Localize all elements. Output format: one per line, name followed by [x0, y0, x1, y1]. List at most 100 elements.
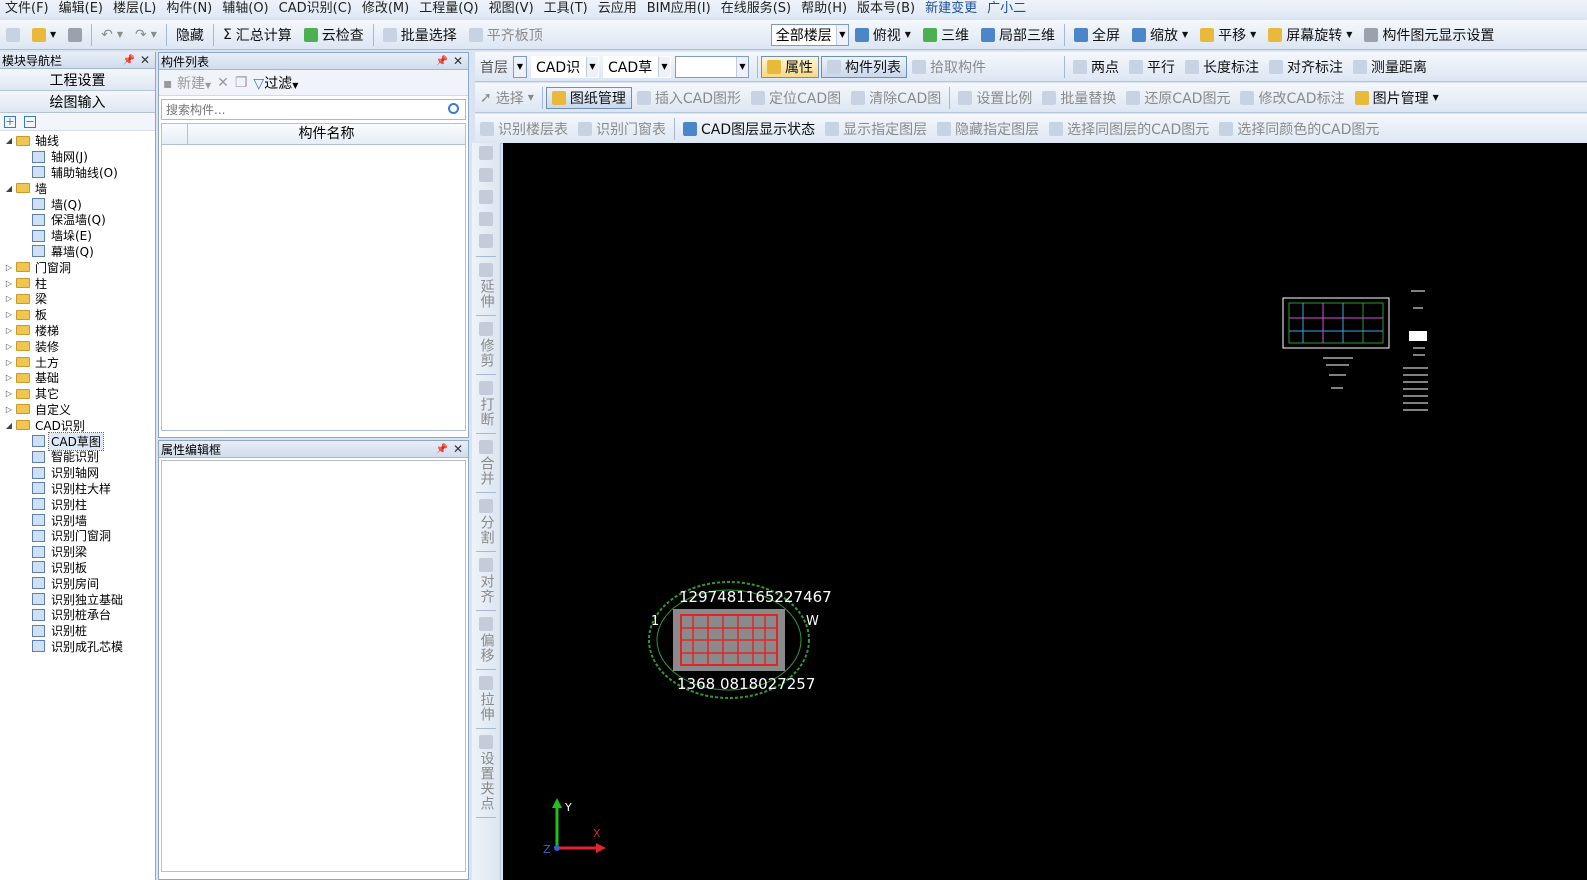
- clear-cad-button[interactable]: 清除CAD图: [846, 86, 946, 110]
- summary-calc-button[interactable]: Σ 汇总计算: [217, 23, 298, 47]
- menu-item[interactable]: 新建变更: [920, 1, 982, 17]
- vertical-tool-button[interactable]: 分割: [479, 496, 495, 548]
- tree-folder-10[interactable]: ▷ 梁: [0, 291, 155, 307]
- move-tool-button[interactable]: [479, 209, 493, 231]
- batch-select-button[interactable]: 批量选择: [377, 23, 463, 47]
- collapse-arrow-icon[interactable]: ◢: [4, 184, 14, 193]
- tree-folder-14[interactable]: ▷ 土方: [0, 354, 155, 370]
- brush-tool-button[interactable]: [479, 143, 493, 165]
- drawing-mgmt-button[interactable]: 图纸管理: [545, 86, 632, 109]
- length-dim-button[interactable]: 长度标注: [1180, 55, 1264, 79]
- undo-button[interactable]: ↶ ▼: [95, 23, 129, 47]
- tree-item-recognize-room[interactable]: 识别房间: [0, 575, 155, 591]
- new-component-button[interactable]: ▪ 新建▼: [163, 73, 211, 93]
- batch-replace-button[interactable]: 批量替换: [1037, 86, 1121, 110]
- recognize-door-window-table-button[interactable]: 识别门窗表: [573, 117, 671, 141]
- tree-item-wall-pier[interactable]: 墙垛(E): [0, 228, 155, 244]
- filter-button[interactable]: ▽过滤▼: [253, 73, 298, 93]
- rotate-tool-button[interactable]: [479, 231, 493, 253]
- pick-component-button[interactable]: 拾取构件: [907, 55, 991, 79]
- expand-arrow-icon[interactable]: ▷: [4, 342, 14, 351]
- align-dim-button[interactable]: 对齐标注: [1264, 55, 1348, 79]
- component-list-toggle-button[interactable]: 构件列表: [821, 55, 907, 78]
- restore-cad-button[interactable]: 还原CAD图元: [1121, 86, 1235, 110]
- locate-cad-button[interactable]: 定位CAD图: [746, 86, 846, 110]
- vertical-tool-button[interactable]: 拉伸: [479, 673, 495, 725]
- tree-item-wall[interactable]: 墙(Q): [0, 196, 155, 212]
- tree-item-recognize-openings[interactable]: 识别门窗洞: [0, 528, 155, 544]
- expand-arrow-icon[interactable]: ▷: [4, 294, 14, 303]
- menu-item[interactable]: 工具(T): [539, 1, 593, 17]
- pin-icon[interactable]: 📌: [123, 55, 135, 66]
- zoom-button[interactable]: 缩放 ▼: [1126, 23, 1194, 47]
- fullscreen-button[interactable]: 全屏: [1068, 23, 1126, 47]
- partial-3d-button[interactable]: 局部三维: [975, 23, 1061, 47]
- copy-tool-button[interactable]: [479, 165, 493, 187]
- vertical-tool-button[interactable]: 偏移: [479, 614, 495, 666]
- column-header-name[interactable]: 构件名称: [188, 124, 465, 144]
- tree-folder-3[interactable]: ◢ 墙: [0, 180, 155, 196]
- collapse-all-icon[interactable]: −: [24, 115, 36, 128]
- expand-all-icon[interactable]: +: [4, 115, 16, 128]
- collapse-arrow-icon[interactable]: ◢: [4, 136, 14, 145]
- close-icon[interactable]: ✕: [140, 53, 150, 67]
- pin-icon[interactable]: 📌: [436, 56, 448, 67]
- tree-folder-0[interactable]: ◢ 轴线: [0, 133, 155, 149]
- tree-item-aux-axis[interactable]: 辅助轴线(O): [0, 165, 155, 181]
- component-search-input[interactable]: [166, 102, 436, 117]
- menu-item[interactable]: 文件(F): [0, 1, 54, 17]
- menu-item[interactable]: 广小二: [982, 1, 1031, 17]
- floor-select[interactable]: 全部楼层 ▼: [770, 23, 849, 46]
- pin-icon[interactable]: 📌: [436, 444, 448, 455]
- menu-item[interactable]: 辅轴(O): [217, 1, 273, 17]
- tree-folder-11[interactable]: ▷ 板: [0, 307, 155, 323]
- hide-layer-button[interactable]: 隐藏指定图层: [932, 117, 1044, 141]
- new-file-button[interactable]: [0, 23, 26, 47]
- expand-arrow-icon[interactable]: ▷: [4, 326, 14, 335]
- vertical-tool-button[interactable]: 延伸: [479, 260, 495, 312]
- parallel-button[interactable]: 平行: [1124, 55, 1180, 79]
- tab-drawing-input[interactable]: 绘图输入: [0, 91, 155, 113]
- vertical-tool-button[interactable]: 打断: [479, 378, 495, 430]
- tree-folder-18[interactable]: ◢ CAD识别: [0, 417, 155, 433]
- select-button[interactable]: ➚ 选择 ▼: [475, 86, 539, 110]
- tree-item-smart-recognize[interactable]: 智能识别: [0, 449, 155, 465]
- tree-item-recognize-wall[interactable]: 识别墙: [0, 512, 155, 528]
- close-icon[interactable]: ✕: [453, 442, 463, 456]
- vertical-tool-button[interactable]: 设置夹点: [479, 732, 495, 814]
- three-d-button[interactable]: 三维: [917, 23, 975, 47]
- cad-canvas[interactable]: 1297481165227467 1368 0818027257 1 W Y X…: [503, 143, 1587, 880]
- menu-item[interactable]: 云应用: [593, 1, 642, 17]
- search-icon[interactable]: [448, 103, 459, 114]
- menu-item[interactable]: 构件(N): [161, 1, 217, 17]
- copy-icon[interactable]: ❐: [235, 75, 248, 91]
- expand-arrow-icon[interactable]: ▷: [4, 310, 14, 319]
- screen-rotate-button[interactable]: 屏幕旋转 ▼: [1262, 23, 1358, 47]
- redo-button[interactable]: ↷ ▼: [129, 23, 163, 47]
- tree-folder-8[interactable]: ▷ 门窗洞: [0, 259, 155, 275]
- menu-item[interactable]: CAD识别(C): [274, 1, 357, 17]
- tree-folder-16[interactable]: ▷ 其它: [0, 386, 155, 402]
- menu-item[interactable]: 在线服务(S): [716, 1, 796, 17]
- vertical-tool-button[interactable]: 合并: [479, 437, 495, 489]
- tree-folder-9[interactable]: ▷ 柱: [0, 275, 155, 291]
- expand-arrow-icon[interactable]: ▷: [4, 405, 14, 414]
- recognize-floor-table-button[interactable]: 识别楼层表: [475, 117, 573, 141]
- mirror-tool-button[interactable]: [479, 187, 493, 209]
- tree-item-recognize-footing[interactable]: 识别独立基础: [0, 591, 155, 607]
- cad-sketch-select[interactable]: CAD草 ▼: [603, 55, 671, 78]
- expand-arrow-icon[interactable]: ▷: [4, 279, 14, 288]
- select-same-layer-button[interactable]: 选择同图层的CAD图元: [1044, 117, 1214, 141]
- component-select[interactable]: ▼: [675, 55, 749, 78]
- tree-item-recognize-column-detail[interactable]: 识别柱大样: [0, 481, 155, 497]
- layer-display-button[interactable]: CAD图层显示状态: [678, 117, 820, 141]
- show-layer-button[interactable]: 显示指定图层: [820, 117, 932, 141]
- expand-arrow-icon[interactable]: ▷: [4, 373, 14, 382]
- pan-button[interactable]: 平移 ▼: [1194, 23, 1262, 47]
- tree-item-cad-sketch[interactable]: CAD草图: [0, 431, 155, 451]
- set-scale-button[interactable]: 设置比例: [953, 86, 1037, 110]
- properties-toggle-button[interactable]: 属性: [761, 55, 819, 78]
- vertical-tool-button[interactable]: 修剪: [479, 319, 495, 371]
- collapse-arrow-icon[interactable]: ◢: [4, 421, 14, 430]
- tree-item-curtain-wall[interactable]: 幕墙(Q): [0, 244, 155, 260]
